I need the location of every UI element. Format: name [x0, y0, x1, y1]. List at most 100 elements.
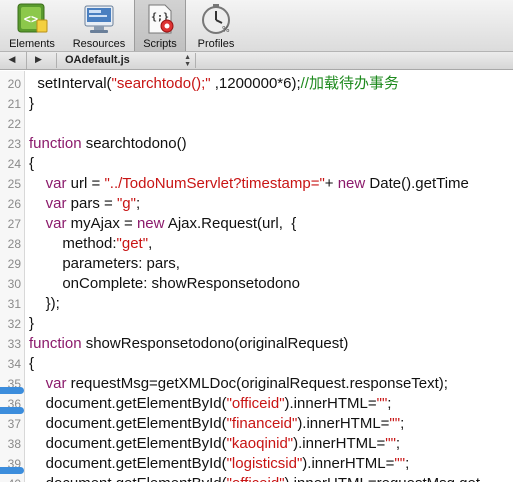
- elements-icon: <>: [15, 2, 49, 36]
- line-number[interactable]: 26: [0, 194, 21, 214]
- line-number[interactable]: 24: [0, 154, 21, 174]
- line-number[interactable]: 37: [0, 414, 21, 434]
- code-line: 29 parameters: pars,: [0, 254, 513, 274]
- code-token: "kaoqinid": [226, 435, 294, 452]
- code-token: var: [45, 215, 67, 232]
- code-text: {: [29, 354, 34, 374]
- code-token: "searchtodo();": [111, 75, 211, 92]
- code-token: ;: [135, 195, 141, 212]
- line-number[interactable]: 21: [0, 94, 21, 114]
- code-token: var: [45, 375, 67, 392]
- code-token: searchtodono(): [81, 135, 187, 152]
- code-token: setInterval(: [29, 75, 112, 92]
- back-button[interactable]: ◀: [0, 52, 24, 69]
- code-editor[interactable]: 20 setInterval("searchtodo();" ,1200000*…: [0, 71, 513, 482]
- tab-resources-label: Resources: [72, 38, 126, 50]
- svg-text:%: %: [222, 25, 230, 34]
- line-number[interactable]: 23: [0, 134, 21, 154]
- code-line: 37 document.getElementById("financeid").…: [0, 414, 513, 434]
- code-text: });: [29, 294, 60, 314]
- code-line: 28 method:"get",: [0, 234, 513, 254]
- line-number[interactable]: 38: [0, 434, 21, 454]
- script-file-select[interactable]: OAdefault.js ▲ ▼: [56, 53, 196, 68]
- code-token: {: [29, 355, 35, 372]
- code-line: 27 var myAjax = new Ajax.Request(url, {: [0, 214, 513, 234]
- tab-profiles-label: Profiles: [197, 38, 235, 50]
- code-token: function: [29, 135, 82, 152]
- code-token: ,1200000*6);: [210, 75, 301, 92]
- code-text: {: [29, 154, 34, 174]
- code-text: }: [29, 314, 34, 334]
- line-number[interactable]: 33: [0, 334, 21, 354]
- line-number[interactable]: 28: [0, 234, 21, 254]
- code-text: var pars = "g";: [29, 194, 140, 214]
- forward-button[interactable]: ▶: [26, 52, 50, 69]
- profiles-icon: %: [199, 2, 233, 36]
- line-number[interactable]: 35: [0, 374, 21, 387]
- code-token: ).innerHTML=requestMsg.get: [285, 475, 481, 482]
- scripts-icon: {;}: [143, 2, 177, 36]
- code-token: document.getElementById(: [29, 455, 227, 472]
- code-line: 36 document.getElementById("officeid").i…: [0, 394, 513, 414]
- line-number[interactable]: 40: [0, 474, 21, 482]
- breakpoint-marker[interactable]: [0, 467, 24, 474]
- code-token: }: [29, 315, 35, 332]
- code-line: 31 });: [0, 294, 513, 314]
- code-text: document.getElementById("financeid").inn…: [29, 414, 405, 434]
- line-number[interactable]: 20: [0, 74, 21, 94]
- line-number[interactable]: 30: [0, 274, 21, 294]
- code-token: "": [389, 415, 401, 432]
- code-line: 21}: [0, 94, 513, 114]
- code-text: document.getElementById("logisticsid").i…: [29, 454, 410, 474]
- code-line: 22: [0, 114, 513, 134]
- code-line: 33 function showResponsetodono(originalRe…: [0, 334, 513, 354]
- line-number[interactable]: 32: [0, 314, 21, 334]
- code-text: var url = "../TodoNumServlet?timestamp="…: [29, 174, 469, 194]
- toolbar: <> Elements Resources {;} Scripts % Prof…: [0, 0, 513, 52]
- line-number[interactable]: 39: [0, 454, 21, 467]
- code-text: method:"get",: [29, 234, 152, 254]
- code-token: document.getElementById(: [29, 435, 227, 452]
- line-number[interactable]: 29: [0, 254, 21, 274]
- code-text: document.getElementById("kaoqinid").inne…: [29, 434, 400, 454]
- tab-profiles[interactable]: % Profiles: [190, 0, 242, 51]
- code-token: new: [337, 175, 366, 192]
- code-line: 35 var requestMsg=getXMLDoc(originalRequ…: [0, 374, 513, 394]
- svg-text:<>: <>: [24, 12, 38, 26]
- script-file-bar: ◀ ▶ OAdefault.js ▲ ▼: [0, 52, 513, 70]
- code-line: 40 document.getElementById("officeid").i…: [0, 474, 513, 482]
- code-text: var requestMsg=getXMLDoc(originalRequest…: [29, 374, 448, 394]
- code-token: ).innerHTML=: [302, 455, 395, 472]
- code-token: ;: [400, 415, 405, 432]
- code-token: "officeid": [226, 395, 285, 412]
- code-token: var: [45, 195, 67, 212]
- line-number[interactable]: 36: [0, 394, 21, 407]
- tab-resources[interactable]: Resources: [68, 0, 130, 51]
- line-number[interactable]: 25: [0, 174, 21, 194]
- code-token: ;: [395, 435, 401, 452]
- code-token: parameters: pars,: [29, 255, 180, 272]
- code-token: "../TodoNumServlet?timestamp=": [104, 175, 325, 192]
- code-token: ).innerHTML=: [293, 435, 386, 452]
- tab-scripts[interactable]: {;} Scripts: [134, 0, 186, 51]
- code-line: 25 var url = "../TodoNumServlet?timestam…: [0, 174, 513, 194]
- code-token: url =: [66, 175, 105, 192]
- line-number[interactable]: 27: [0, 214, 21, 234]
- line-number[interactable]: 31: [0, 294, 21, 314]
- line-number[interactable]: 22: [0, 114, 21, 134]
- code-text: setInterval("searchtodo();" ,1200000*6);…: [29, 74, 399, 94]
- code-token: ).innerHTML=: [297, 415, 390, 432]
- line-number[interactable]: 34: [0, 354, 21, 374]
- code-token: "g": [116, 195, 136, 212]
- code-token: showResponsetodono(originalRequest): [81, 335, 349, 352]
- code-token: var: [45, 175, 67, 192]
- breakpoint-marker[interactable]: [0, 407, 24, 414]
- tab-elements[interactable]: <> Elements: [4, 0, 60, 51]
- code-token: "logisticsid": [226, 455, 303, 472]
- code-token: onComplete: showResponsetodono: [29, 275, 300, 292]
- code-token: method:: [29, 235, 117, 252]
- code-line: 38 document.getElementById("kaoqinid").i…: [0, 434, 513, 454]
- breakpoint-marker[interactable]: [0, 387, 24, 394]
- code-text: }: [29, 94, 34, 114]
